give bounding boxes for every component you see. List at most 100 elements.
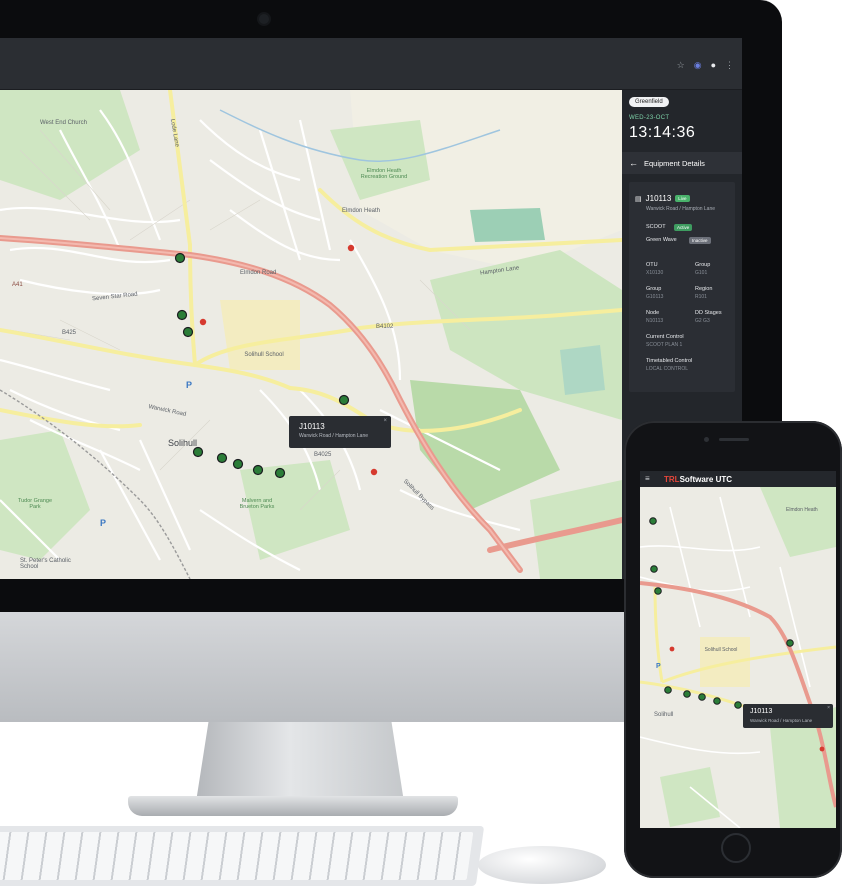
map-label-solihull: Solihull	[654, 712, 674, 718]
front-camera-icon	[704, 437, 709, 442]
alert-marker	[370, 468, 378, 476]
junction-marker	[274, 467, 286, 479]
map-label-solihull: Solihull	[168, 438, 198, 448]
phone-app-bar: ≡ TRLSoftware UTC	[640, 471, 836, 487]
junction-location: Warwick Road / Hampton Lane	[646, 206, 716, 212]
map-label-elmdon-heath: Elmdon Heath	[786, 507, 818, 513]
map-label-b425: B425	[62, 330, 77, 336]
map-label-b4025: B4025	[314, 452, 332, 458]
school-area	[220, 300, 300, 370]
traffic-map[interactable]: Elmdon Heath Recreation Ground Elmdon He…	[0, 90, 622, 579]
otu-label: OTU	[646, 262, 658, 268]
parking-icon: P	[100, 518, 107, 528]
phone-traffic-map[interactable]: Solihull Solihull School Elmdon Heath P …	[640, 487, 836, 828]
junction-id: J10113	[645, 194, 672, 203]
junction-marker	[252, 464, 264, 476]
tooltip-subtitle: Warwick Road / Hampton Lane	[750, 718, 813, 723]
parking-icon: P	[656, 663, 661, 670]
home-button[interactable]	[721, 833, 751, 863]
junction-marker	[232, 458, 244, 470]
timetabled-control-value: LOCAL CONTROL	[646, 366, 689, 372]
star-icon[interactable]: ☆	[677, 60, 685, 71]
region-label: Region	[695, 286, 713, 292]
group-label: Group	[695, 262, 711, 268]
phone-screen: ≡ TRLSoftware UTC Solihull Solihull Scho…	[640, 471, 836, 828]
imac-stand	[196, 722, 404, 802]
junction-marker	[654, 587, 662, 595]
current-control-value: SCOOT PLAN 1	[646, 342, 683, 348]
equipment-card: ▤ J10113 Live Warwick Road / Hampton Lan…	[629, 182, 735, 392]
node-value: N10113	[646, 318, 664, 324]
sports-area	[470, 208, 545, 242]
alert-marker	[347, 244, 355, 252]
panel-date: WED-23-OCT	[629, 115, 670, 121]
junction-marker	[786, 639, 794, 647]
green-wave-label: Green Wave	[646, 237, 677, 243]
map-canvas	[0, 90, 622, 579]
junction-row: ▤ J10113 Live	[635, 194, 690, 203]
junction-tooltip[interactable]: J10113 Warwick Road / Hampton Lane ×	[289, 416, 391, 448]
traffic-signal-icon: ▤	[635, 195, 642, 203]
scoot-label: SCOOT	[646, 224, 666, 230]
junction-marker	[176, 309, 188, 321]
panel-header[interactable]: ← Equipment Details	[622, 152, 742, 174]
hamburger-menu-icon[interactable]: ≡	[645, 474, 650, 483]
junction-marker	[182, 326, 194, 338]
brand-logo: TRLSoftware UTC	[664, 475, 732, 484]
current-control-label: Current Control	[646, 334, 684, 340]
junction-marker	[713, 697, 721, 705]
scoot-status-badge: Active	[674, 224, 693, 231]
junction-marker	[683, 690, 691, 698]
account-icon[interactable]: ●	[711, 60, 716, 71]
map-label-elmdon-road: Elmdon Road	[240, 270, 277, 276]
green-wave-status-badge: Inactive	[689, 237, 711, 244]
water-area	[560, 345, 605, 395]
back-arrow-icon[interactable]: ←	[629, 158, 638, 168]
menu-icon[interactable]: ⋮	[725, 60, 734, 71]
group-label: Group	[646, 286, 662, 292]
browser-toolbar-icons: ☆ ◉ ● ⋮	[677, 60, 734, 71]
junction-marker	[216, 452, 228, 464]
map-label-tudor-grange: Tudor Grange Park	[17, 498, 53, 510]
map-label-st-peters: St. Peter's Catholic School	[20, 558, 71, 570]
tooltip-title: J10113	[750, 708, 773, 715]
area-pill[interactable]: Greenfield	[629, 97, 669, 107]
brand-trl: TRL	[664, 475, 680, 484]
junction-marker	[649, 517, 657, 525]
mouse	[478, 846, 606, 884]
group-value: G10113	[646, 294, 664, 300]
junction-marker	[734, 701, 742, 709]
keyboard	[0, 826, 485, 886]
brand-software: Software	[679, 475, 714, 484]
node-label: Node	[646, 310, 660, 316]
parking-icon: P	[186, 380, 193, 390]
otu-value: X10130	[646, 270, 664, 276]
status-badge: Live	[675, 195, 690, 202]
map-label-malvern-park: Malvern and Brueton Parks	[239, 498, 275, 510]
keyboard-keys	[0, 832, 474, 880]
junction-marker	[192, 446, 204, 458]
tooltip-title: J10113	[299, 422, 325, 431]
map-label-a41: A41	[12, 282, 23, 288]
imac-stand-base	[128, 796, 458, 816]
close-icon[interactable]: ×	[827, 705, 830, 711]
map-label-b4102: B4102	[376, 324, 394, 330]
phone: ≡ TRLSoftware UTC Solihull Solihull Scho…	[624, 421, 842, 878]
stages-value: G2 G3	[695, 318, 710, 324]
group-value: G101	[695, 270, 708, 276]
phone-map-canvas	[640, 487, 836, 828]
camera-icon	[259, 14, 269, 24]
close-icon[interactable]: ×	[383, 418, 387, 424]
brand-utc: UTC	[715, 475, 733, 484]
map-label-elmdon-rec: Elmdon Heath Recreation Ground	[360, 168, 408, 180]
tooltip-subtitle: Warwick Road / Hampton Lane	[299, 433, 369, 439]
phone-junction-tooltip[interactable]: J10113 Warwick Road / Hampton Lane ×	[743, 704, 833, 728]
map-label-solihull-school: Solihull School	[244, 352, 284, 358]
browser-toolbar: ☆ ◉ ● ⋮	[0, 38, 742, 90]
stages-label: DD Stages	[695, 310, 722, 316]
alert-marker	[199, 318, 207, 326]
map-label-elmdon-heath: Elmdon Heath	[342, 208, 381, 214]
speaker-grille	[719, 438, 749, 441]
extension-icon[interactable]: ◉	[694, 60, 702, 71]
panel-clock: 13:14:36	[629, 124, 696, 141]
